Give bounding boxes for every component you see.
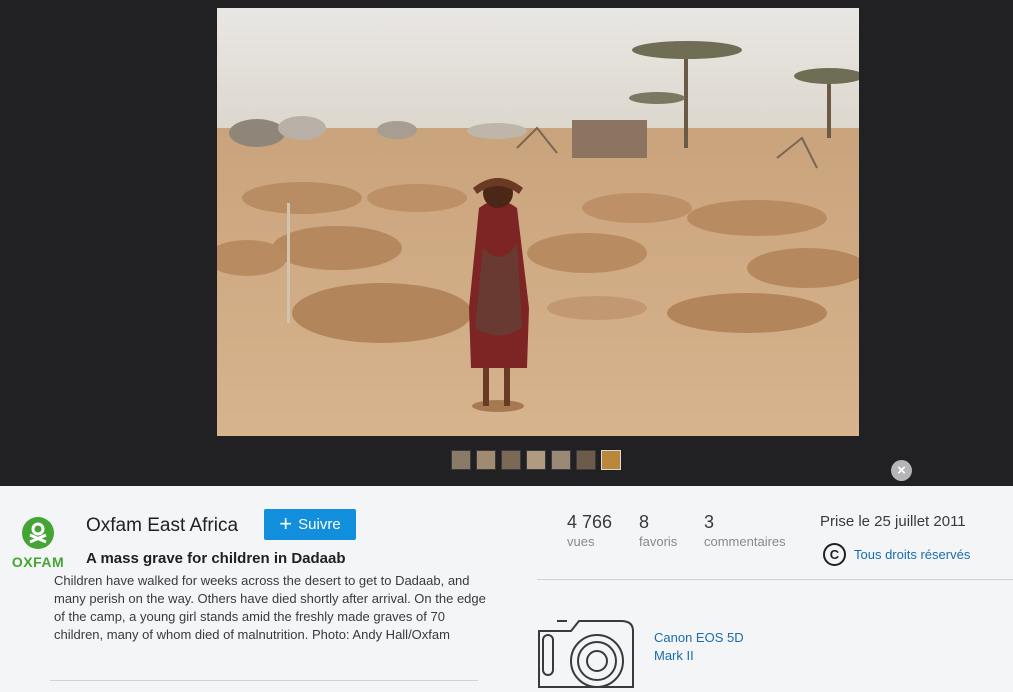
thumbnail[interactable] [451, 450, 471, 470]
faves-label: favoris [639, 534, 678, 549]
thumbnail-strip [451, 450, 621, 470]
comments-count: 3 [704, 512, 715, 532]
thumbnail[interactable] [526, 450, 546, 470]
thumbnail-active[interactable] [601, 450, 621, 470]
thumbnail[interactable] [501, 450, 521, 470]
main-photo[interactable] [217, 8, 859, 436]
license[interactable]: C Tous droits réservés [823, 543, 970, 566]
views-count: 4 766 [567, 512, 613, 532]
photo-info-panel: OXFAM Oxfam East Africa + Suivre A mass … [0, 486, 1013, 692]
owner-name[interactable]: Oxfam East Africa [86, 515, 238, 537]
thumbnail[interactable] [576, 450, 596, 470]
oxfam-logo[interactable]: OXFAM [12, 515, 64, 571]
thumbnail[interactable] [476, 450, 496, 470]
divider [537, 579, 1013, 580]
stat-comments: 3 commentaires [704, 512, 786, 549]
photo-description: Children have walked for weeks across th… [54, 573, 486, 642]
stat-faves: 8 favoris [639, 512, 677, 549]
camera-line-2: Mark II [654, 648, 694, 663]
plus-icon: + [279, 510, 293, 536]
follow-label: Suivre [298, 516, 341, 533]
divider [50, 680, 478, 681]
copyright-icon: C [823, 543, 846, 566]
svg-text:OXFAM: OXFAM [12, 554, 64, 570]
faves-count: 8 [639, 512, 650, 532]
photo-image [217, 8, 859, 436]
thumbnail[interactable] [551, 450, 571, 470]
close-icon[interactable]: × [891, 460, 912, 481]
photo-viewer: × [0, 0, 1013, 486]
camera-icon [535, 617, 635, 692]
comments-label: commentaires [704, 534, 786, 549]
stat-views: 4 766 vues [567, 512, 612, 549]
date-taken: Prise le 25 juillet 2011 [820, 513, 966, 530]
views-label: vues [567, 534, 595, 549]
photo-title: A mass grave for children in Dadaab [86, 550, 346, 567]
camera-link[interactable]: Canon EOS 5D Mark II [654, 629, 744, 665]
follow-button[interactable]: + Suivre [264, 509, 356, 540]
camera-line-1: Canon EOS 5D [654, 630, 744, 645]
license-link[interactable]: Tous droits réservés [854, 547, 970, 562]
